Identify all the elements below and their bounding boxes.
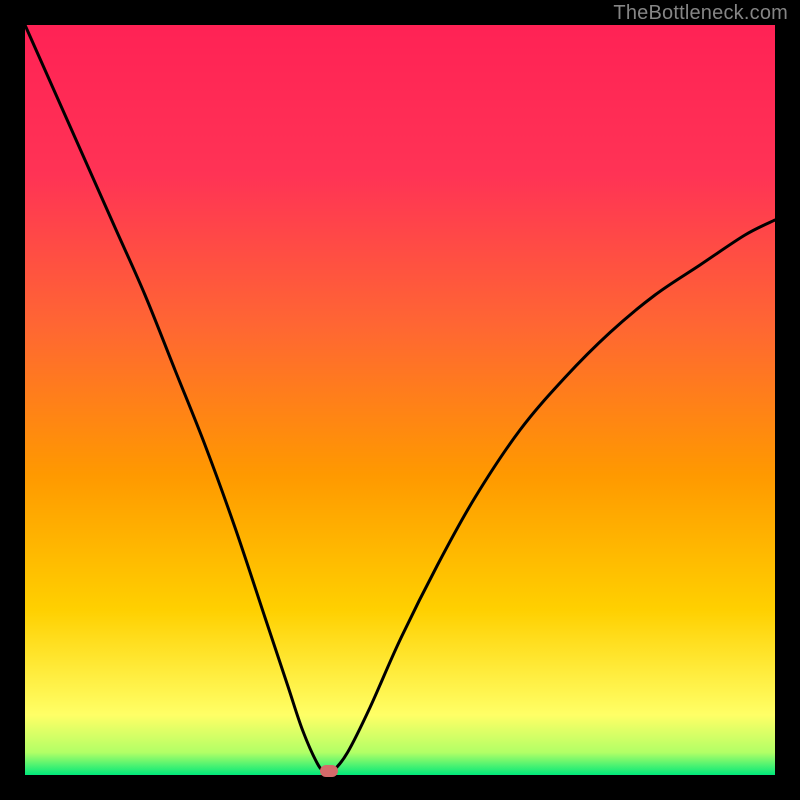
- curve-line: [25, 25, 775, 773]
- minimum-marker: [320, 765, 338, 777]
- chart-frame: TheBottleneck.com: [0, 0, 800, 800]
- plot-area: [25, 25, 775, 775]
- curve-svg: [25, 25, 775, 775]
- watermark-text: TheBottleneck.com: [613, 2, 788, 25]
